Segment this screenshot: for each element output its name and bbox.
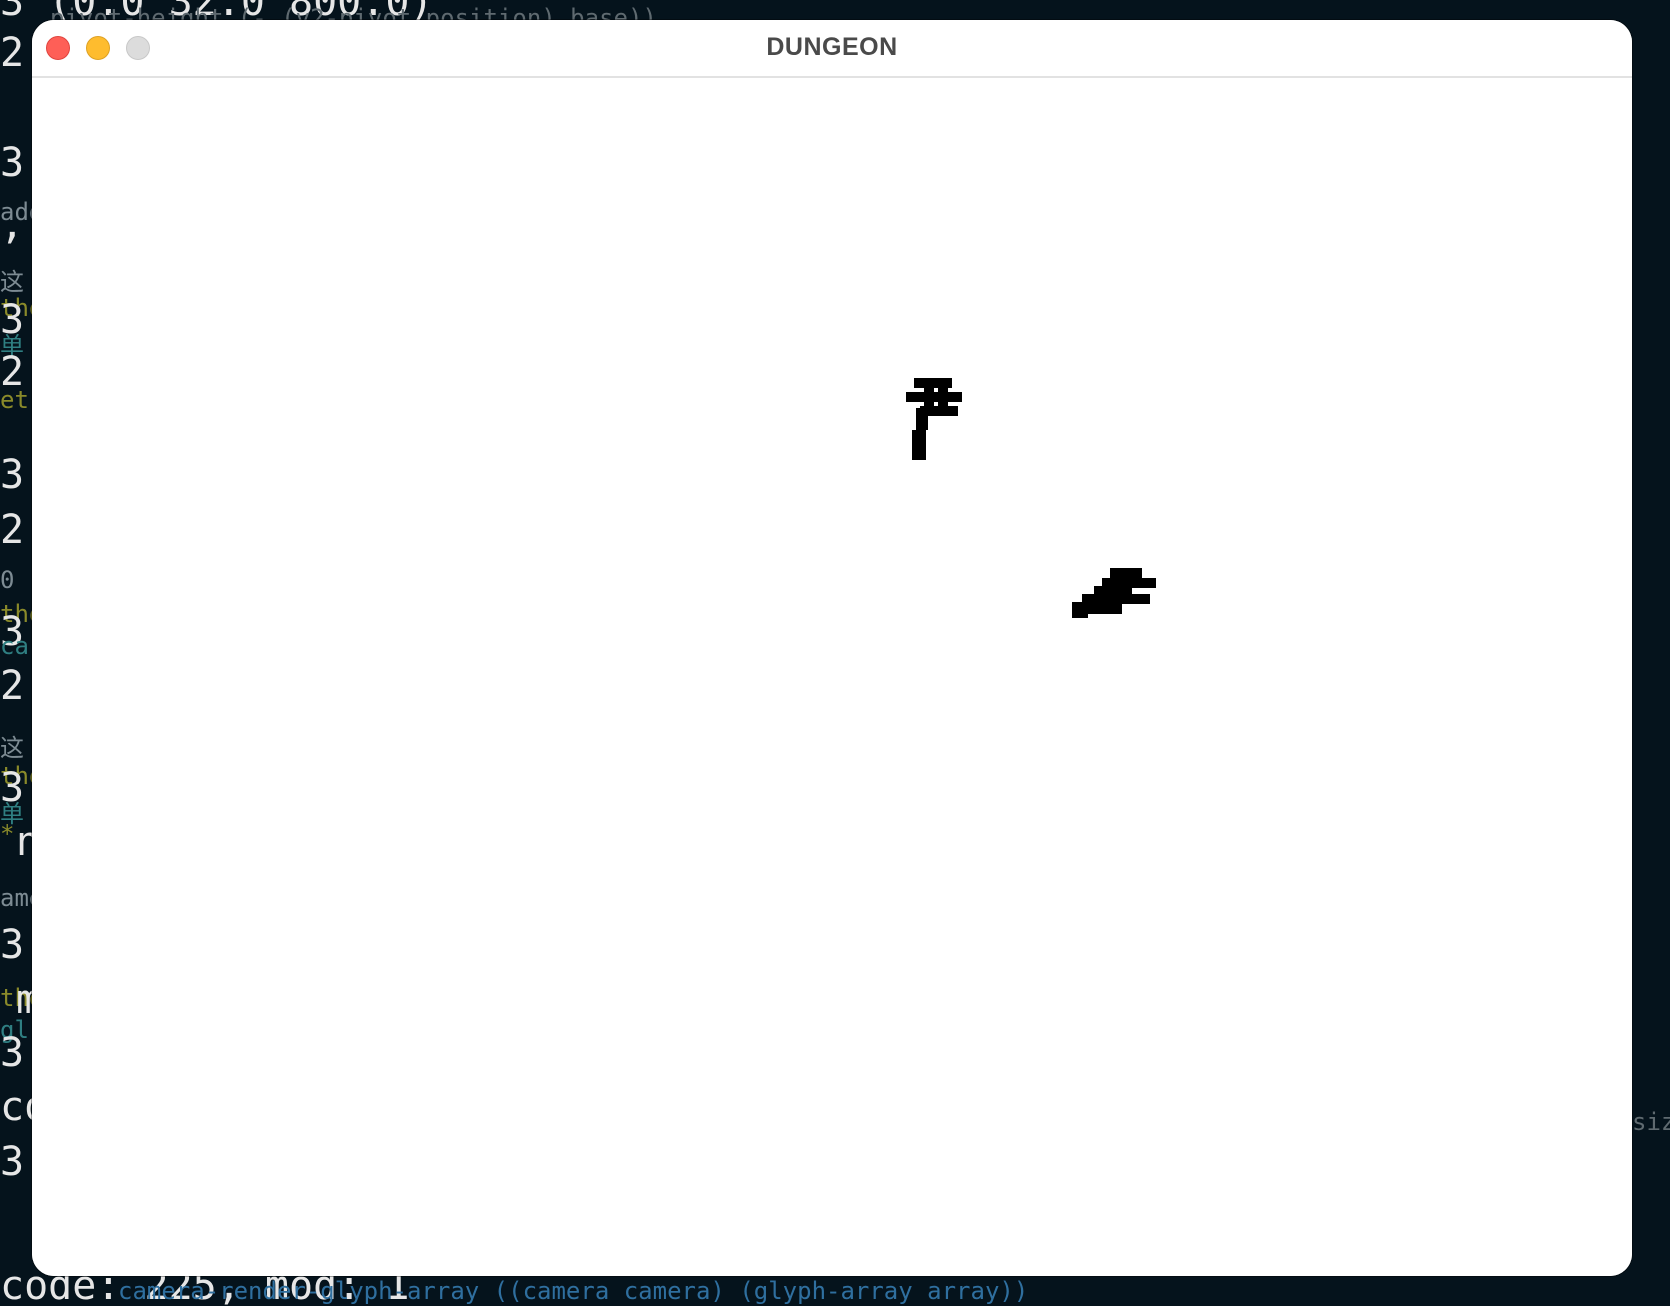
glyph-standing bbox=[906, 378, 962, 460]
bg-gutter-4: , bbox=[0, 202, 25, 248]
bg-right-fragment: siz bbox=[1632, 1108, 1670, 1136]
bg-gutter-29: 3 bbox=[0, 1030, 25, 1076]
bg-gutter-11: 3 bbox=[0, 452, 25, 498]
bg-bottom-line-faint: camera-render-glyph-array ((camera camer… bbox=[118, 1277, 1029, 1305]
bg-gutter-5: 这 bbox=[0, 268, 24, 296]
desktop: 3 (0.0 32.0 800.0) pivot-height (- (v2-p… bbox=[0, 0, 1670, 1306]
game-window: DUNGEON bbox=[32, 20, 1632, 1276]
bg-gutter-31: 3 bbox=[0, 1139, 25, 1185]
bg-gutter-18: 这 bbox=[0, 734, 24, 762]
bg-gutter-16: ca bbox=[0, 632, 29, 660]
window-title: DUNGEON bbox=[766, 33, 898, 61]
bg-gutter-10: et bbox=[0, 386, 29, 414]
game-canvas[interactable] bbox=[32, 78, 1632, 1276]
bg-gutter-25: 3 bbox=[0, 922, 25, 968]
bg-gutter-2: 3 bbox=[0, 140, 25, 186]
bg-gutter-22: * bbox=[0, 820, 15, 848]
bg-gutter-13: 0 bbox=[0, 566, 15, 594]
title-bar[interactable]: DUNGEON bbox=[32, 20, 1632, 78]
glyph-lying bbox=[1072, 568, 1156, 618]
